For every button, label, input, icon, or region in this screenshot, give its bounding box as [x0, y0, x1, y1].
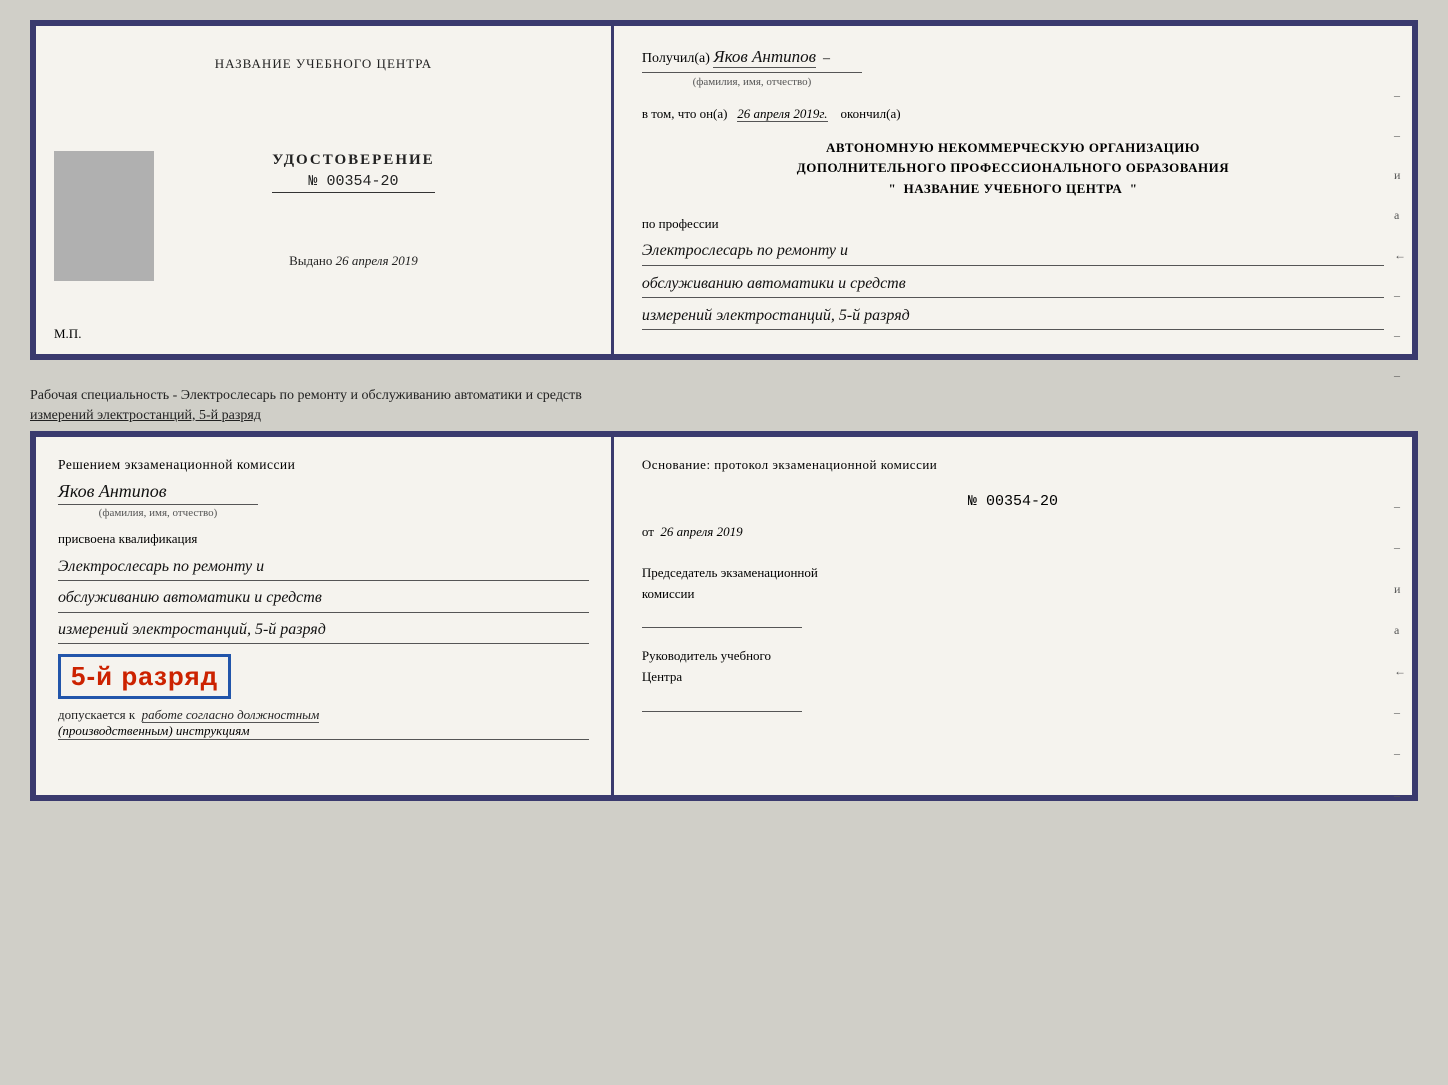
middle-text-line2: измерений электростанций, 5-й разряд	[30, 408, 261, 423]
poluchil-label: Получил(а)	[642, 51, 710, 66]
org-line2: ДОПОЛНИТЕЛЬНОГО ПРОФЕССИОНАЛЬНОГО ОБРАЗО…	[642, 158, 1384, 179]
okonchil-label: окончил(а)	[841, 106, 901, 121]
bottom-right-panel: Основание: протокол экзаменационной коми…	[614, 437, 1412, 795]
predsedatel-signature-line	[642, 610, 802, 628]
protocol-num: № 00354-20	[642, 490, 1384, 514]
profession-line1: Электрослесарь по ремонту и	[642, 237, 1384, 265]
profession-line2: обслуживанию автоматики и средств	[642, 270, 1384, 298]
fio-subtitle-top: (фамилия, имя, отчество)	[642, 72, 862, 91]
udostoverenie-num: № 00354-20	[272, 173, 435, 193]
osnovanie-line: Основание: протокол экзаменационной коми…	[642, 455, 1384, 476]
top-left-panel: НАЗВАНИЕ УЧЕБНОГО ЦЕНТРА УДОСТОВЕРЕНИЕ №…	[36, 26, 614, 354]
vtom-date: 26 апреля 2019г.	[737, 106, 827, 122]
vydano-date: 26 апреля 2019	[336, 253, 418, 268]
qual-line1: Электрослесарь по ремонту и	[58, 553, 589, 581]
dopuskaetsya-label: допускается к	[58, 707, 135, 722]
dopusk-text: работе согласно должностным	[142, 707, 320, 723]
bottom-fio-subtitle: (фамилия, имя, отчество)	[58, 504, 258, 519]
vtom-line: в том, что он(а) 26 апреля 2019г. окончи…	[642, 104, 1384, 124]
ot-date: 26 апреля 2019	[660, 524, 742, 539]
org-name-center: " НАЗВАНИЕ УЧЕБНОГО ЦЕНТРА "	[642, 179, 1384, 200]
udostoverenie-block: УДОСТОВЕРЕНИЕ № 00354-20	[272, 152, 435, 193]
rukovoditel-block: Руководитель учебного Центра	[642, 646, 1384, 712]
vtom-label: в том, что он(а)	[642, 106, 728, 121]
photo-placeholder	[54, 151, 154, 281]
rukovoditel-line1: Руководитель учебного	[642, 646, 1384, 667]
predsedatel-block: Председатель экзаменационной комиссии	[642, 563, 1384, 629]
resheniem-line: Решением экзаменационной комиссии	[58, 457, 589, 473]
org-block: АВТОНОМНУЮ НЕКОММЕРЧЕСКУЮ ОРГАНИЗАЦИЮ ДО…	[642, 138, 1384, 200]
poluchil-fio: Яков Антипов	[713, 47, 816, 68]
org-quote-open: "	[888, 181, 896, 196]
org-center-name: НАЗВАНИЕ УЧЕБНОГО ЦЕНТРА	[904, 181, 1123, 196]
org-line1: АВТОНОМНУЮ НЕКОММЕРЧЕСКУЮ ОРГАНИЗАЦИЮ	[642, 138, 1384, 159]
middle-text: Рабочая специальность - Электрослесарь п…	[30, 378, 1418, 431]
vydano-line: Выдано 26 апреля 2019	[289, 253, 418, 269]
qual-line3: измерений электростанций, 5-й разряд	[58, 616, 589, 644]
dopusk-text2: (производственным) инструкциям	[58, 723, 589, 740]
ot-line: от 26 апреля 2019	[642, 522, 1384, 543]
predsedatel-line2: комиссии	[642, 584, 1384, 605]
bottom-fio: Яков Антипов	[58, 481, 589, 502]
top-document: НАЗВАНИЕ УЧЕБНОГО ЦЕНТРА УДОСТОВЕРЕНИЕ №…	[30, 20, 1418, 360]
rukovoditel-line2: Центра	[642, 667, 1384, 688]
razryad-box: 5-й разряд	[58, 654, 231, 699]
dopuskaetsya: допускается к работе согласно должностны…	[58, 707, 589, 723]
prisvoena-line: присвоена квалификация	[58, 531, 589, 547]
org-quote-close: "	[1130, 181, 1138, 196]
predsedatel-line1: Председатель экзаменационной	[642, 563, 1384, 584]
org-name-header: НАЗВАНИЕ УЧЕБНОГО ЦЕНТРА	[215, 56, 432, 72]
middle-text-line1: Рабочая специальность - Электрослесарь п…	[30, 388, 582, 403]
qual-line2: обслуживанию автоматики и средств	[58, 584, 589, 612]
profession-line3: измерений электростанций, 5-й разряд	[642, 302, 1384, 330]
top-right-panel: Получил(а) Яков Антипов – (фамилия, имя,…	[614, 26, 1412, 354]
poluchil-line: Получил(а) Яков Антипов –	[642, 44, 1384, 70]
right-col-marks-top: – – и а ← – – –	[1394, 86, 1406, 384]
udostoverenie-title: УДОСТОВЕРЕНИЕ	[272, 152, 435, 169]
vydano-label: Выдано	[289, 253, 332, 268]
po-professii: по профессии	[642, 214, 1384, 234]
razryad-text: 5-й разряд	[71, 661, 218, 691]
rukovoditel-signature-line	[642, 694, 802, 712]
mp-label: М.П.	[54, 326, 81, 342]
right-col-marks-bottom: – – и а ← – – –	[1394, 497, 1406, 805]
ot-label: от	[642, 524, 654, 539]
page-wrapper: НАЗВАНИЕ УЧЕБНОГО ЦЕНТРА УДОСТОВЕРЕНИЕ №…	[10, 10, 1438, 811]
bottom-document: Решением экзаменационной комиссии Яков А…	[30, 431, 1418, 801]
bottom-left-panel: Решением экзаменационной комиссии Яков А…	[36, 437, 614, 795]
